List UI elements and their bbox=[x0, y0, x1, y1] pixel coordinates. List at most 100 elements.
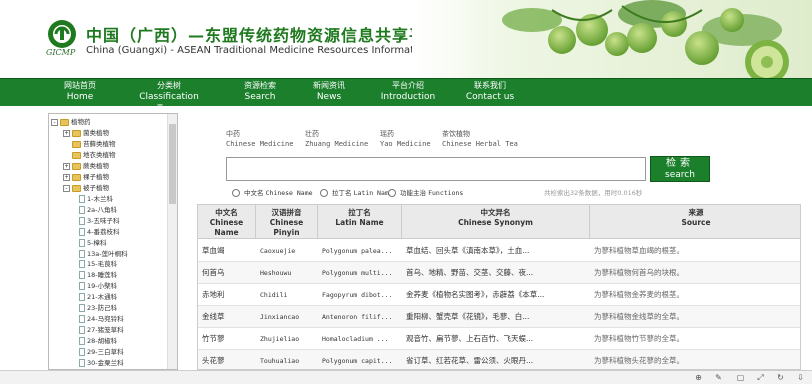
cell-latin: Homalocladium ... bbox=[322, 335, 389, 343]
header-cn: 中文名 bbox=[215, 208, 238, 217]
file-icon bbox=[79, 195, 85, 203]
file-icon bbox=[79, 205, 85, 214]
column-header-pinyin: 汉语拼音 Chinese Pinyin bbox=[256, 205, 318, 239]
tree-family-item[interactable]: 30-金粟兰科 bbox=[79, 358, 124, 368]
nav-classification-trees[interactable]: 分类树 Classification Trees bbox=[128, 81, 210, 115]
tree-family-item[interactable]: 27-猪笼草科 bbox=[79, 325, 124, 335]
tree-family-item[interactable]: 21-木通科 bbox=[79, 292, 117, 302]
nav-home[interactable]: 网站首页 Home bbox=[60, 81, 100, 103]
expand-toggle-icon[interactable]: + bbox=[63, 162, 70, 170]
header-cn: 汉语拼音 bbox=[271, 208, 302, 217]
tree-family-label: 29-三白草科 bbox=[87, 347, 124, 356]
cell-name: 赤地利 bbox=[202, 290, 225, 299]
cell-latin: Polygonum capit... bbox=[322, 357, 393, 365]
cell-latin: Antenoron filif... bbox=[322, 313, 393, 321]
luohanguo-fruit-banner bbox=[412, 0, 812, 78]
download-icon[interactable]: ⇩ bbox=[796, 373, 805, 382]
tree-group[interactable]: 地衣类植物 bbox=[63, 150, 116, 160]
tree-root[interactable]: - 植物药 bbox=[51, 117, 91, 127]
tree-family-item[interactable]: 23-防己科 bbox=[79, 303, 117, 313]
radio-chinese-name[interactable]: 中文名 Chinese Name bbox=[232, 188, 313, 198]
file-icon bbox=[79, 293, 85, 302]
radio-circle-icon[interactable] bbox=[320, 189, 328, 197]
tree-family-item[interactable]: 5-樟科 bbox=[79, 238, 106, 248]
header-en: Chinese bbox=[209, 218, 244, 227]
expand-toggle-icon[interactable]: + bbox=[63, 129, 70, 137]
refresh-icon[interactable]: ↻ bbox=[776, 373, 785, 382]
tree-group[interactable]: - 被子植物 bbox=[63, 183, 109, 193]
category-chinese-medicine[interactable]: 中药 Chinese Medicine bbox=[226, 130, 293, 149]
table-row[interactable]: 赤地利 Chidili Fagopyrum dibot... 金荞麦《植物名实图考》，… bbox=[198, 284, 800, 306]
nav-introduction-en: Introduction bbox=[380, 92, 436, 102]
tree-scrollbar[interactable] bbox=[167, 114, 177, 369]
expand-toggle-icon[interactable]: + bbox=[63, 173, 70, 181]
window-icon[interactable]: ▢ bbox=[736, 373, 745, 382]
pin-icon[interactable]: ⊕ bbox=[694, 373, 703, 382]
tree-group[interactable]: + 裸子植物 bbox=[63, 172, 109, 182]
file-icon bbox=[79, 304, 85, 312]
category-label-cn: 壮药 bbox=[305, 130, 319, 138]
category-label-en: Chinese Herbal Tea bbox=[442, 140, 518, 148]
radio-functions[interactable]: 功能主治 Functions bbox=[388, 188, 463, 198]
tree-family-item[interactable]: 1-木兰科 bbox=[79, 194, 113, 204]
header-en: Chinese bbox=[269, 218, 304, 227]
folder-icon bbox=[72, 151, 81, 159]
search-button-cn: 检索 bbox=[666, 158, 694, 169]
radio-circle-icon[interactable] bbox=[388, 189, 396, 197]
cell-pinyin: Caoxuejie bbox=[260, 247, 296, 255]
site-header: GICMP 中国（广西）—东盟传统药物资源信息共享平台 China (Guang… bbox=[0, 0, 812, 78]
tree-family-item[interactable]: 4-番荔枝科 bbox=[79, 227, 119, 237]
expand-icon[interactable]: ⤢ bbox=[756, 373, 765, 382]
column-header-synonym: 中文异名 Chinese Synonym bbox=[402, 205, 590, 239]
file-icon bbox=[79, 336, 85, 345]
tree-family-item[interactable]: 15-毛茛科 bbox=[79, 259, 117, 269]
collapse-toggle-icon[interactable]: - bbox=[51, 118, 58, 126]
main-nav: 网站首页 Home 分类树 Classification Trees 资源检索 … bbox=[0, 78, 812, 114]
table-row[interactable]: 金线草 Jinxiancao Antenoron filif... 重阳柳、蟹壳草《花… bbox=[198, 306, 800, 328]
tree-group[interactable]: + 菌类植物 bbox=[63, 128, 109, 138]
tree-family-item[interactable]: 2a-八角科 bbox=[79, 205, 117, 215]
tree-family-item[interactable]: 13a-莲叶桐科 bbox=[79, 249, 128, 259]
header-en: Latin Name bbox=[335, 218, 384, 227]
category-herbal-tea[interactable]: 茶饮植物 Chinese Herbal Tea bbox=[442, 130, 518, 149]
nav-news[interactable]: 新闻资讯 News bbox=[310, 81, 348, 103]
tree-group[interactable]: 苔藓类植物 bbox=[63, 139, 116, 149]
note-icon[interactable]: ✎ bbox=[714, 373, 723, 382]
folder-icon bbox=[72, 184, 81, 192]
search-button-en: search bbox=[665, 170, 695, 180]
tree-group-label: 地衣类植物 bbox=[83, 151, 116, 159]
nav-news-cn: 新闻资讯 bbox=[313, 81, 345, 90]
tree-family-item[interactable]: 19-小檗科 bbox=[79, 281, 117, 291]
tree-family-item[interactable]: 24-马兜铃科 bbox=[79, 314, 124, 324]
table-row[interactable]: 竹节蓼 Zhujieliao Homalocladium ... 观音竹、扁节蓼、上石… bbox=[198, 328, 800, 350]
radio-latin-name[interactable]: 拉丁名 Latin Name bbox=[320, 188, 393, 198]
radio-circle-icon[interactable] bbox=[232, 189, 240, 197]
file-icon bbox=[79, 271, 85, 280]
scrollbar-thumb[interactable] bbox=[169, 124, 176, 204]
search-button[interactable]: 检索 search bbox=[650, 156, 710, 182]
tree-family-item[interactable]: 29-三白草科 bbox=[79, 347, 124, 357]
header-en-2: Pinyin bbox=[273, 228, 300, 237]
table-row[interactable]: 头花蓼 Touhualiao Polygonum capit... 省订草、红若花草、… bbox=[198, 350, 800, 369]
category-label-cn: 瑶药 bbox=[380, 130, 394, 138]
tree-family-item[interactable]: 3-五味子科 bbox=[79, 216, 119, 226]
cell-source: 为蓼科植物竹节蓼的全草。 bbox=[594, 334, 684, 343]
cell-pinyin: Jinxiancao bbox=[260, 313, 300, 321]
nav-search[interactable]: 资源检索 Search bbox=[238, 81, 282, 103]
tree-family-label: 28-胡椒科 bbox=[87, 336, 118, 345]
nav-contact[interactable]: 联系我们 Contact us bbox=[464, 81, 516, 103]
cell-pinyin: Chidili bbox=[260, 291, 288, 299]
nav-introduction[interactable]: 平台介绍 Introduction bbox=[378, 81, 438, 103]
file-icon bbox=[79, 325, 85, 334]
search-input[interactable] bbox=[226, 157, 646, 181]
header-en-2: Name bbox=[214, 228, 239, 237]
category-zhuang-medicine[interactable]: 壮药 Zhuang Medicine bbox=[305, 130, 368, 149]
table-row[interactable]: 何首乌 Heshouwu Polygonum multi... 首乌、地精、野苗、交茎… bbox=[198, 262, 800, 284]
tree-group[interactable]: + 蕨类植物 bbox=[63, 161, 109, 171]
collapse-toggle-icon[interactable]: - bbox=[63, 184, 70, 192]
tree-family-item[interactable]: 28-胡椒科 bbox=[79, 336, 117, 346]
file-icon bbox=[79, 260, 85, 269]
table-row[interactable]: 草血竭 Caoxuejie Polygonum palea... 草血结、回头草《滇南… bbox=[198, 240, 800, 262]
category-yao-medicine[interactable]: 瑶药 Yao Medicine bbox=[380, 130, 431, 149]
tree-family-item[interactable]: 18-睡莲科 bbox=[79, 270, 117, 280]
